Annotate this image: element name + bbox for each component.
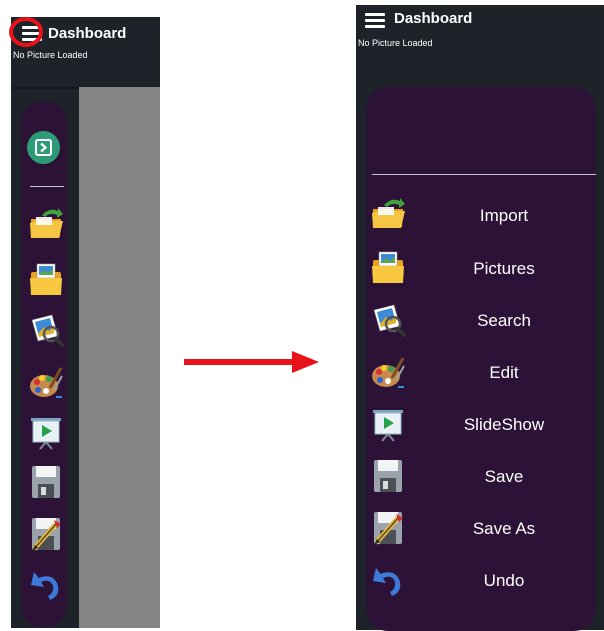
menu-item-label: Pictures xyxy=(473,259,535,278)
undo-arrow-icon xyxy=(370,562,406,598)
menu-item-save-as[interactable]: Save As xyxy=(370,510,590,548)
menu-item-pictures[interactable]: Pictures xyxy=(370,250,590,288)
expand-sidebar-button[interactable] xyxy=(27,131,60,164)
rail-button-save-as[interactable] xyxy=(28,516,64,552)
menu-item-import[interactable]: Import xyxy=(370,197,590,235)
app-title: Dashboard xyxy=(48,25,127,42)
rail-button-import[interactable] xyxy=(28,207,64,243)
edit-palette-icon xyxy=(370,354,406,390)
sidebar-divider xyxy=(30,186,64,187)
rail-button-save[interactable] xyxy=(28,464,64,500)
menu-item-save[interactable]: Save xyxy=(370,458,590,496)
import-folder-icon xyxy=(370,197,406,233)
rail-button-undo[interactable] xyxy=(28,566,64,602)
rail-button-slideshow[interactable] xyxy=(28,414,64,450)
search-picture-icon xyxy=(28,312,64,348)
highlight-circle xyxy=(9,17,43,47)
save-disk-icon xyxy=(370,458,406,494)
menu-item-slideshow[interactable]: SlideShow xyxy=(370,406,590,444)
save-as-icon xyxy=(370,510,406,546)
menu-item-label: Edit xyxy=(489,363,519,382)
pictures-folder-icon xyxy=(28,262,64,298)
expand-chevron-icon xyxy=(35,139,52,156)
menu-item-label: Import xyxy=(479,206,529,225)
rail-button-search[interactable] xyxy=(28,312,64,348)
menu-item-label: Save As xyxy=(472,519,536,538)
status-text: No Picture Loaded xyxy=(13,50,88,60)
menu-item-undo[interactable]: Undo xyxy=(370,562,590,600)
rail-button-pictures[interactable] xyxy=(28,262,64,298)
menu-item-label: SlideShow xyxy=(463,415,545,434)
menu-item-edit[interactable]: Edit xyxy=(370,354,590,392)
pictures-folder-icon xyxy=(370,250,406,286)
search-picture-icon xyxy=(370,302,406,338)
menu-item-label: Search xyxy=(477,311,531,330)
save-disk-icon xyxy=(28,464,64,500)
status-text: No Picture Loaded xyxy=(358,38,433,48)
import-folder-icon xyxy=(28,207,64,243)
menu-item-label: Undo xyxy=(483,571,525,590)
save-as-icon xyxy=(28,516,64,552)
menu-item-label: Save xyxy=(484,467,524,486)
hamburger-menu-icon[interactable] xyxy=(365,12,385,28)
slideshow-icon xyxy=(28,414,64,450)
undo-arrow-icon xyxy=(28,566,64,602)
edit-palette-icon xyxy=(28,364,64,400)
transition-arrow xyxy=(184,351,319,373)
slideshow-icon xyxy=(370,406,406,442)
rail-button-edit[interactable] xyxy=(28,364,64,400)
menu-item-search[interactable]: Search xyxy=(370,302,590,340)
app-title: Dashboard xyxy=(394,10,473,27)
menu-divider xyxy=(372,174,596,175)
picture-canvas[interactable] xyxy=(79,87,160,628)
